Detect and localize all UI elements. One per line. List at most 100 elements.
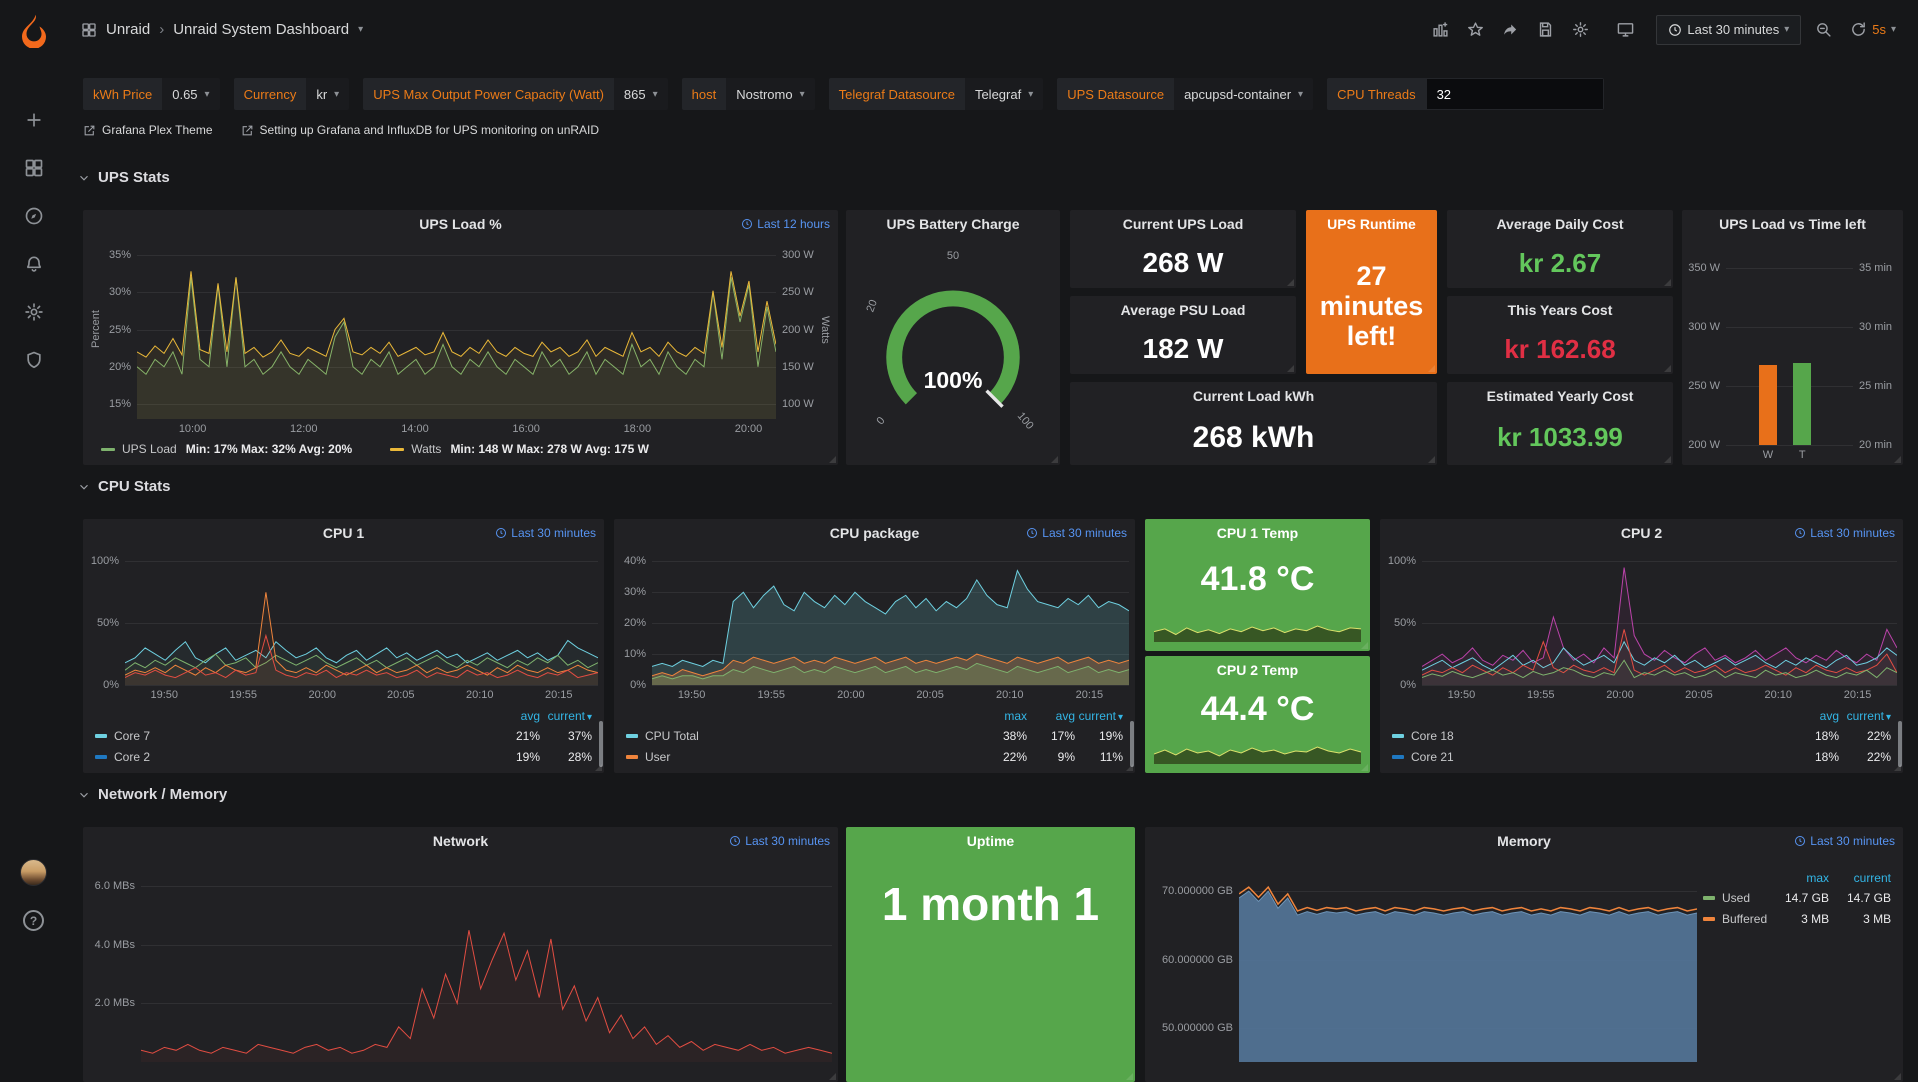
legend-series-core-7[interactable]: Core 7 [95, 729, 488, 743]
add-panel-button[interactable] [1428, 17, 1453, 42]
sidebar-item-server-admin[interactable] [0, 336, 67, 384]
panel-current-load-kwh[interactable]: Current Load kWh 268 kWh [1070, 382, 1437, 465]
user-avatar[interactable] [20, 859, 47, 886]
zoom-out-button[interactable] [1811, 17, 1836, 42]
dashboard-settings-button[interactable] [1568, 17, 1593, 42]
panel-title[interactable]: UPS Runtime [1327, 216, 1416, 232]
panel-average-daily-cost[interactable]: Average Daily Cost kr 2.67 [1447, 210, 1673, 288]
y-axis-left: 100%50%0% [89, 549, 125, 685]
legend-column-max[interactable]: max [979, 709, 1027, 723]
panel-title[interactable]: This Years Cost [1508, 302, 1613, 318]
legend-series-user[interactable]: User [626, 750, 979, 764]
legend-scrollbar[interactable] [1898, 721, 1902, 767]
panel-title[interactable]: CPU 1 [323, 525, 364, 541]
panel-title[interactable]: Current Load kWh [1193, 388, 1314, 404]
refresh-button[interactable]: 5s ▾ [1846, 17, 1900, 42]
legend-marker [1703, 917, 1715, 921]
panel-ups-runtime[interactable]: UPS Runtime 27 minutes left! [1306, 210, 1437, 374]
panel-cpu-package[interactable]: CPU package Last 30 minutes 40%30%20%10%… [614, 519, 1135, 773]
legend-series-used[interactable]: Used [1703, 891, 1767, 905]
variable-value-telegraf-datasource[interactable]: Telegraf▾ [965, 78, 1043, 110]
panel-title[interactable]: Estimated Yearly Cost [1487, 388, 1634, 404]
legend-series-watts[interactable]: WattsMin: 148 W Max: 278 W Avg: 175 W [390, 442, 649, 456]
panel-memory[interactable]: Memory Last 30 minutes 70.000000 GB60.00… [1145, 827, 1903, 1082]
variable-value-ups-datasource[interactable]: apcupsd-container▾ [1174, 78, 1313, 110]
legend-series-ups-load[interactable]: UPS LoadMin: 17% Max: 32% Avg: 20% [101, 442, 352, 456]
legend-column-current[interactable]: current▾ [1839, 709, 1891, 723]
dashboard-link-grafana-plex-theme[interactable]: Grafana Plex Theme [83, 123, 213, 137]
panel-ups-load[interactable]: UPS Load % Last 12 hours Percent35%30%25… [83, 210, 838, 465]
grafana-logo[interactable] [16, 12, 52, 48]
dashboard-title[interactable]: Unraid System Dashboard [173, 21, 349, 38]
panel-title[interactable]: UPS Battery Charge [886, 216, 1019, 232]
save-dashboard-button[interactable] [1533, 17, 1558, 42]
section-ups-stats[interactable]: UPS Stats [77, 169, 170, 186]
y-tick-label: 30% [109, 286, 131, 298]
legend-series-buffered[interactable]: Buffered [1703, 912, 1767, 926]
star-dashboard-button[interactable] [1463, 17, 1488, 42]
legend-column-avg[interactable]: avg [1027, 709, 1075, 723]
legend-row: User22%9%11% [626, 746, 1123, 767]
panel-ups-battery-charge[interactable]: UPS Battery Charge 0 20 50 100 100% [846, 210, 1060, 465]
panel-title[interactable]: CPU package [830, 525, 919, 541]
share-dashboard-button[interactable] [1498, 17, 1523, 42]
cycle-view-button[interactable] [1613, 17, 1638, 42]
legend-column-current[interactable]: current▾ [1075, 709, 1123, 723]
legend-scrollbar[interactable] [1130, 721, 1134, 767]
breadcrumb-folder[interactable]: Unraid [106, 21, 150, 38]
chevron-down-icon: ▾ [1298, 89, 1303, 100]
panel-ups-load-vs-time-left[interactable]: UPS Load vs Time left 350 W300 W250 W200… [1682, 210, 1903, 465]
panel-current-ups-load[interactable]: Current UPS Load 268 W [1070, 210, 1296, 288]
panel-cpu-1-temp[interactable]: CPU 1 Temp 41.8 °C [1145, 519, 1370, 651]
y-tick-label: 50.000000 GB [1162, 1022, 1233, 1034]
legend-series-core-18[interactable]: Core 18 [1392, 729, 1787, 743]
sidebar-item-explore[interactable] [0, 192, 67, 240]
variable-value-host[interactable]: Nostromo▾ [726, 78, 814, 110]
legend-series-cpu-total[interactable]: CPU Total [626, 729, 979, 743]
panel-cpu-2[interactable]: CPU 2 Last 30 minutes 100%50%0%19:5019:5… [1380, 519, 1903, 773]
legend-column-current[interactable]: current [1829, 871, 1891, 885]
variable-value-kwh-price[interactable]: 0.65▾ [162, 78, 219, 110]
legend-column-avg[interactable]: avg [488, 709, 540, 723]
variable-input-cpu-threads[interactable] [1426, 78, 1604, 110]
panel-title[interactable]: UPS Load vs Time left [1719, 216, 1866, 232]
legend-column-max[interactable]: max [1767, 871, 1829, 885]
panel-title[interactable]: CPU 2 Temp [1217, 662, 1298, 678]
panel-average-psu-load[interactable]: Average PSU Load 182 W [1070, 296, 1296, 374]
help-icon[interactable]: ? [23, 910, 44, 931]
sidebar-item-configuration[interactable] [0, 288, 67, 336]
panel-title[interactable]: UPS Load % [419, 216, 501, 232]
section-network-memory[interactable]: Network / Memory [77, 786, 227, 803]
chevron-down-icon: ▾ [653, 89, 658, 100]
dashboard-link-setting-up-grafana-and-i[interactable]: Setting up Grafana and InfluxDB for UPS … [241, 123, 600, 137]
panel-estimated-yearly-cost[interactable]: Estimated Yearly Cost kr 1033.99 [1447, 382, 1673, 465]
panel-title[interactable]: Average PSU Load [1121, 302, 1246, 318]
section-cpu-stats[interactable]: CPU Stats [77, 478, 171, 495]
time-range-picker[interactable]: Last 30 minutes ▾ [1656, 15, 1801, 45]
panel-cpu-2-temp[interactable]: CPU 2 Temp 44.4 °C [1145, 656, 1370, 773]
legend-series-core-21[interactable]: Core 21 [1392, 750, 1787, 764]
panel-uptime[interactable]: Uptime 1 month 1 [846, 827, 1135, 1082]
panel-title[interactable]: Memory [1497, 833, 1551, 849]
legend-series-core-2[interactable]: Core 2 [95, 750, 488, 764]
panel-title[interactable]: Network [433, 833, 488, 849]
sidebar-item-create[interactable] [0, 96, 67, 144]
panel-network[interactable]: Network Last 30 minutes 6.0 MBs4.0 MBs2.… [83, 827, 838, 1082]
legend-scrollbar[interactable] [599, 721, 603, 767]
sidebar-item-dashboards[interactable] [0, 144, 67, 192]
panel-this-years-cost[interactable]: This Years Cost kr 162.68 [1447, 296, 1673, 374]
panel-title[interactable]: CPU 2 [1621, 525, 1662, 541]
panel-title[interactable]: Current UPS Load [1123, 216, 1244, 232]
panel-title[interactable]: CPU 1 Temp [1217, 525, 1298, 541]
compass-icon [24, 206, 44, 226]
panel-title[interactable]: Average Daily Cost [1496, 216, 1623, 232]
legend-column-avg[interactable]: avg [1787, 709, 1839, 723]
monitor-icon [1617, 21, 1634, 38]
sidebar-item-alerting[interactable] [0, 240, 67, 288]
legend-column-current[interactable]: current▾ [540, 709, 592, 723]
panel-title[interactable]: Uptime [967, 833, 1014, 849]
variable-value-ups-max-output-power-capacity-watt[interactable]: 865▾ [614, 78, 668, 110]
stat-value: 268 W [1070, 238, 1296, 288]
panel-cpu-1[interactable]: CPU 1 Last 30 minutes 100%50%0%19:5019:5… [83, 519, 604, 773]
variable-value-currency[interactable]: kr▾ [306, 78, 349, 110]
